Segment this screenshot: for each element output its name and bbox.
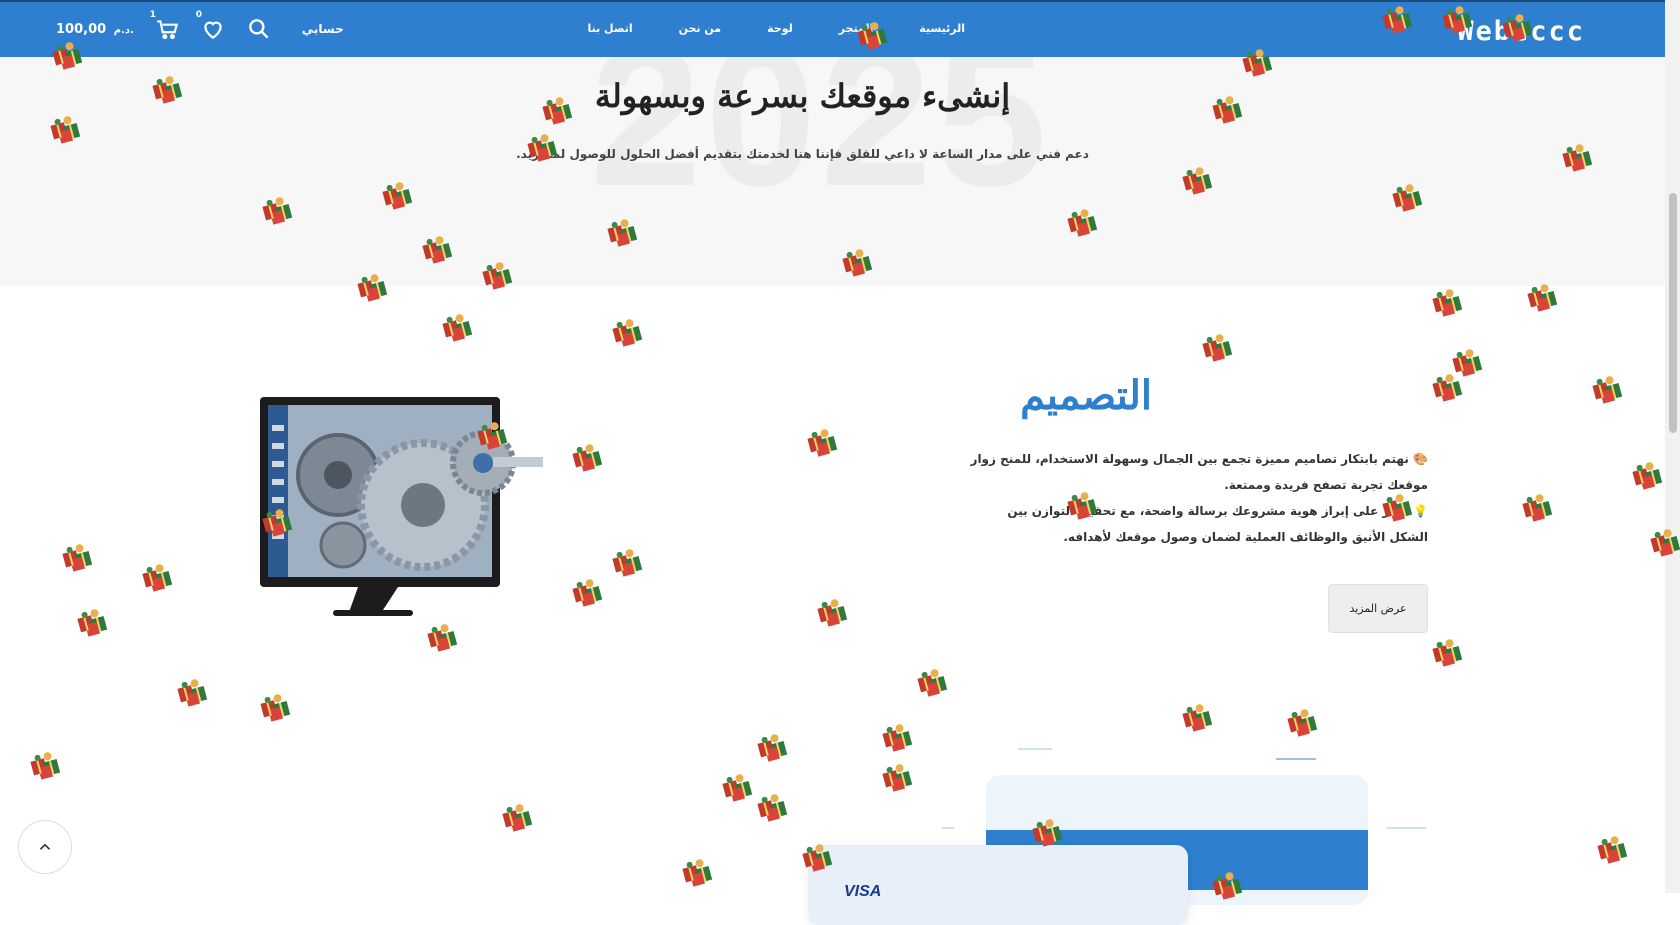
nav-home[interactable]: الرئيسية [919, 22, 965, 35]
gift-icon [680, 855, 716, 891]
palette-icon: 🎨 [1413, 452, 1428, 466]
gift-icon [1430, 370, 1466, 406]
gift-icon [880, 720, 916, 756]
wishlist-button[interactable]: 0 [196, 10, 226, 42]
gift-icon [915, 665, 951, 701]
gift-icon [570, 575, 606, 611]
gift-icon [1180, 700, 1216, 736]
gift-icon [500, 800, 536, 836]
decor-dash [1386, 827, 1426, 829]
gift-icon [440, 310, 476, 346]
gift-icon [805, 425, 841, 461]
design-point-2: 💡 نركز على إبراز هوية مشروعك برسالة واضح… [968, 498, 1428, 550]
nav-contact[interactable]: اتصل بنا [587, 22, 632, 35]
payment-card-front: VISA [808, 845, 1188, 925]
cart-total-amount: 100,00 [56, 21, 107, 37]
design-point-1-text: نهتم بابتكار تصاميم مميزة تجمع بين الجما… [970, 452, 1428, 492]
gift-icon [1630, 458, 1666, 494]
header-tools: 100,00 د.م. 1 0 حسابي [56, 10, 344, 42]
wishlist-count: 0 [195, 10, 203, 20]
gift-icon [60, 540, 96, 576]
hero-title: إنشىء موقعك بسرعة وبسهولة [594, 77, 1011, 115]
gift-icon [610, 315, 646, 351]
decor-dash [942, 827, 954, 829]
back-to-top-button[interactable] [18, 820, 72, 874]
gift-icon [28, 748, 64, 784]
nav-shop[interactable]: المتجر [839, 22, 874, 35]
gift-icon [75, 605, 111, 641]
gift-icon [175, 675, 211, 711]
hero-section: 2025 إنشىء موقعك بسرعة وبسهولة دعم فني ع… [0, 57, 1665, 286]
gift-icon [1200, 330, 1236, 366]
site-logo[interactable]: Webcccc [1457, 16, 1585, 47]
nav-about[interactable]: من نحن [679, 22, 722, 35]
view-more-button[interactable]: عرض المزيد [1328, 584, 1428, 633]
decor-dash [1276, 758, 1316, 760]
chevron-up-icon [39, 843, 51, 850]
gift-icon [1590, 372, 1626, 408]
gift-icon [610, 545, 646, 581]
heart-icon [204, 21, 222, 39]
gift-icon [570, 440, 606, 476]
gift-icon [140, 560, 176, 596]
cart-button[interactable]: 1 [150, 10, 180, 42]
design-point-1: 🎨 نهتم بابتكار تصاميم مميزة تجمع بين الج… [968, 446, 1428, 498]
cart-currency: د.م. [113, 24, 134, 36]
monitor-gears-image [258, 395, 548, 635]
gift-icon [720, 770, 756, 806]
cart-count: 1 [149, 10, 157, 20]
design-title: التصميم [1020, 372, 1152, 419]
search-button[interactable] [246, 16, 272, 42]
design-point-2-text: نركز على إبراز هوية مشروعك برسالة واضحة،… [1007, 504, 1428, 544]
site-header: Webcccc الرئيسية المتجر لوحة من نحن اتصل… [0, 0, 1665, 57]
scrollbar-thumb[interactable] [1669, 193, 1677, 433]
account-link[interactable]: حسابي [302, 22, 344, 36]
design-description: 🎨 نهتم بابتكار تصاميم مميزة تجمع بين الج… [968, 446, 1428, 550]
gift-icon [815, 595, 851, 631]
lightbulb-icon: 💡 [1413, 504, 1428, 518]
search-icon [248, 19, 269, 39]
hero-subtitle: دعم فني على مدار الساعة لا داعي للقلق فإ… [516, 147, 1089, 161]
gift-icon [755, 730, 791, 766]
gift-icon [1430, 635, 1466, 671]
decor-dash [1018, 748, 1052, 750]
cart-total[interactable]: 100,00 د.م. [56, 22, 134, 37]
gift-icon [1450, 345, 1486, 381]
gift-icon [1430, 285, 1466, 321]
gift-icon [1520, 490, 1556, 526]
nav-dashboard[interactable]: لوحة [767, 22, 793, 35]
main-nav: الرئيسية المتجر لوحة من نحن اتصل بنا [587, 22, 965, 35]
gift-icon [1285, 705, 1321, 741]
gift-icon [755, 790, 791, 826]
gift-icon [880, 760, 916, 796]
card-brand: VISA [844, 883, 882, 900]
gift-icon [1595, 832, 1631, 868]
gift-icon [258, 690, 294, 726]
page-scrollbar[interactable] [1665, 0, 1680, 893]
cart-icon [157, 20, 178, 40]
